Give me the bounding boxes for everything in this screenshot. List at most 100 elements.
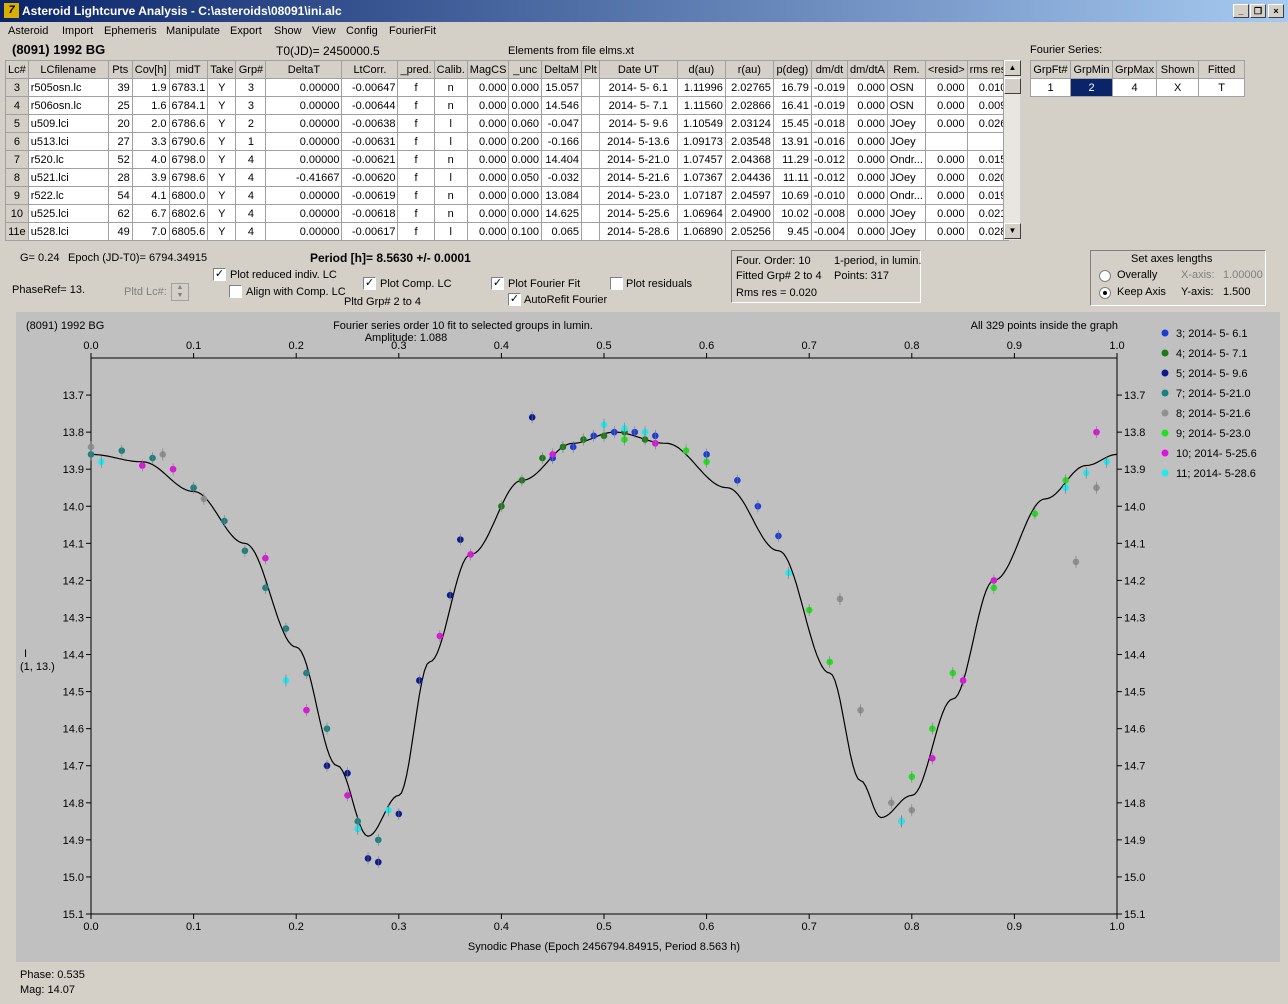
table-cell[interactable]: 0.000 bbox=[924, 78, 968, 97]
column-header[interactable]: <resid> bbox=[924, 60, 968, 79]
table-row[interactable]: 8 u521.lci 28 3.9 6798.6 Y 4 -0.41667 -0.00620 f l… bbox=[5, 168, 1010, 187]
table-cell[interactable]: 0.000 bbox=[847, 132, 888, 151]
row-number[interactable]: 8 bbox=[5, 168, 29, 187]
table-cell[interactable]: 3 bbox=[235, 78, 267, 97]
table-cell[interactable]: 2.0 bbox=[131, 114, 170, 133]
table-cell[interactable]: 2.02866 bbox=[724, 96, 774, 115]
table-cell[interactable] bbox=[581, 150, 600, 169]
table-cell[interactable]: 15.45 bbox=[772, 114, 812, 133]
column-header[interactable]: r(au) bbox=[724, 60, 774, 79]
table-cell[interactable]: -0.00644 bbox=[341, 96, 399, 115]
table-cell[interactable]: 1.07187 bbox=[676, 186, 726, 205]
fourier-cell[interactable]: T bbox=[1198, 78, 1246, 97]
table-cell[interactable]: 3 bbox=[235, 96, 267, 115]
table-cell[interactable]: 0.000 bbox=[466, 150, 510, 169]
table-cell[interactable] bbox=[581, 78, 600, 97]
table-cell[interactable]: 0.00000 bbox=[265, 150, 343, 169]
column-header[interactable]: midT bbox=[168, 60, 209, 79]
table-cell[interactable]: 2014- 5-28.6 bbox=[598, 222, 678, 241]
table-cell[interactable]: 2014- 5-23.0 bbox=[598, 186, 678, 205]
row-number[interactable]: 10 bbox=[5, 204, 29, 223]
table-cell[interactable]: 0.000 bbox=[847, 168, 888, 187]
table-row[interactable]: 4 r506osn.lc 25 1.6 6784.1 Y 3 0.00000 -0.00644 f… bbox=[5, 96, 1010, 115]
table-cell[interactable]: n bbox=[433, 150, 468, 169]
table-cell[interactable]: 0.000 bbox=[924, 114, 968, 133]
table-cell[interactable]: 0.00000 bbox=[265, 96, 343, 115]
table-cell[interactable]: 1.6 bbox=[131, 96, 170, 115]
table-cell[interactable]: 16.41 bbox=[772, 96, 812, 115]
table-cell[interactable]: 6786.6 bbox=[168, 114, 209, 133]
table-cell[interactable]: 4.1 bbox=[131, 186, 170, 205]
table-cell[interactable]: 2014- 5-13.6 bbox=[598, 132, 678, 151]
table-cell[interactable]: Y bbox=[207, 222, 237, 241]
table-cell[interactable]: 62 bbox=[107, 204, 133, 223]
column-header[interactable]: DeltaT bbox=[265, 60, 343, 79]
table-cell[interactable] bbox=[924, 132, 968, 151]
table-cell[interactable]: r522.lc bbox=[27, 186, 109, 205]
column-header[interactable]: LCfilename bbox=[27, 60, 109, 79]
table-cell[interactable]: 1.07457 bbox=[676, 150, 726, 169]
table-cell[interactable]: 2.04900 bbox=[724, 204, 774, 223]
table-cell[interactable]: -0.019 bbox=[810, 96, 849, 115]
table-cell[interactable]: -0.004 bbox=[810, 222, 849, 241]
fourier-series-table[interactable]: GrpFt# GrpMin GrpMax Shown Fitted 124XT bbox=[1030, 60, 1246, 97]
table-cell[interactable]: -0.012 bbox=[810, 168, 849, 187]
fourier-cell[interactable]: X bbox=[1156, 78, 1200, 97]
table-cell[interactable]: 15.057 bbox=[541, 78, 582, 97]
column-header[interactable]: dm/dtA bbox=[847, 60, 888, 79]
table-cell[interactable]: 0.000 bbox=[847, 222, 888, 241]
minimize-button[interactable]: _ bbox=[1233, 4, 1249, 18]
table-cell[interactable]: 0.000 bbox=[847, 186, 888, 205]
table-cell[interactable]: 1.09173 bbox=[676, 132, 726, 151]
table-cell[interactable]: 6805.6 bbox=[168, 222, 209, 241]
table-cell[interactable]: 1.10549 bbox=[676, 114, 726, 133]
table-cell[interactable]: f bbox=[397, 222, 435, 241]
table-row[interactable]: 6 u513.lci 27 3.3 6790.6 Y 1 0.00000 -0.00631 f l 0… bbox=[5, 132, 1010, 151]
table-cell[interactable] bbox=[581, 222, 600, 241]
table-cell[interactable]: -0.016 bbox=[810, 132, 849, 151]
column-header[interactable]: Take bbox=[207, 60, 237, 79]
table-cell[interactable]: u513.lci bbox=[27, 132, 109, 151]
column-header[interactable]: MagCS bbox=[466, 60, 510, 79]
table-cell[interactable]: 16.79 bbox=[772, 78, 812, 97]
table-cell[interactable]: 6.7 bbox=[131, 204, 170, 223]
column-header[interactable]: Calib. bbox=[433, 60, 468, 79]
table-cell[interactable]: 2014- 5-21.0 bbox=[598, 150, 678, 169]
table-cell[interactable]: f bbox=[397, 114, 435, 133]
table-row[interactable]: 10 u525.lci 62 6.7 6802.6 Y 4 0.00000 -0.00618 f n… bbox=[5, 204, 1010, 223]
align-comp-checkbox[interactable] bbox=[229, 285, 242, 298]
yaxis-input[interactable]: 1.500 bbox=[1223, 286, 1251, 298]
table-cell[interactable]: -0.012 bbox=[810, 150, 849, 169]
pltd-lc-spinner[interactable]: ▲ ▼ bbox=[171, 283, 189, 301]
table-cell[interactable]: f bbox=[397, 186, 435, 205]
table-cell[interactable]: 0.000 bbox=[466, 168, 510, 187]
table-cell[interactable]: 0.00000 bbox=[265, 204, 343, 223]
table-cell[interactable]: u521.lci bbox=[27, 168, 109, 187]
table-cell[interactable]: r505osn.lc bbox=[27, 78, 109, 97]
plot-comp-checkbox[interactable]: ✓ bbox=[363, 277, 376, 290]
table-cell[interactable]: -0.00620 bbox=[341, 168, 399, 187]
table-row[interactable]: 5 u509.lci 20 2.0 6786.6 Y 2 0.00000 -0.00638 f l 0… bbox=[5, 114, 1010, 133]
table-cell[interactable]: -0.00619 bbox=[341, 186, 399, 205]
fourier-cell[interactable]: 4 bbox=[1111, 78, 1158, 97]
table-cell[interactable]: -0.00638 bbox=[341, 114, 399, 133]
table-cell[interactable]: 27 bbox=[107, 132, 133, 151]
table-cell[interactable]: 0.000 bbox=[847, 78, 888, 97]
column-header[interactable]: Date UT bbox=[598, 60, 678, 79]
table-cell[interactable]: 0.000 bbox=[924, 222, 968, 241]
table-cell[interactable]: 0.065 bbox=[541, 222, 582, 241]
column-header[interactable]: LtCorr. bbox=[341, 60, 399, 79]
table-cell[interactable]: u528.lci bbox=[27, 222, 109, 241]
table-cell[interactable]: n bbox=[433, 186, 468, 205]
menu-import[interactable]: Import bbox=[62, 25, 93, 37]
column-header[interactable]: DeltaM bbox=[541, 60, 582, 79]
menu-view[interactable]: View bbox=[312, 25, 336, 37]
row-number[interactable]: 3 bbox=[5, 78, 29, 97]
table-cell[interactable]: 1.07367 bbox=[676, 168, 726, 187]
table-cell[interactable]: -0.00617 bbox=[341, 222, 399, 241]
table-cell[interactable]: 4 bbox=[235, 186, 267, 205]
column-header[interactable]: Pts bbox=[107, 60, 133, 79]
plot-reduced-checkbox[interactable]: ✓ bbox=[213, 268, 226, 281]
table-cell[interactable]: 0.00000 bbox=[265, 114, 343, 133]
table-cell[interactable]: JOey bbox=[886, 168, 926, 187]
